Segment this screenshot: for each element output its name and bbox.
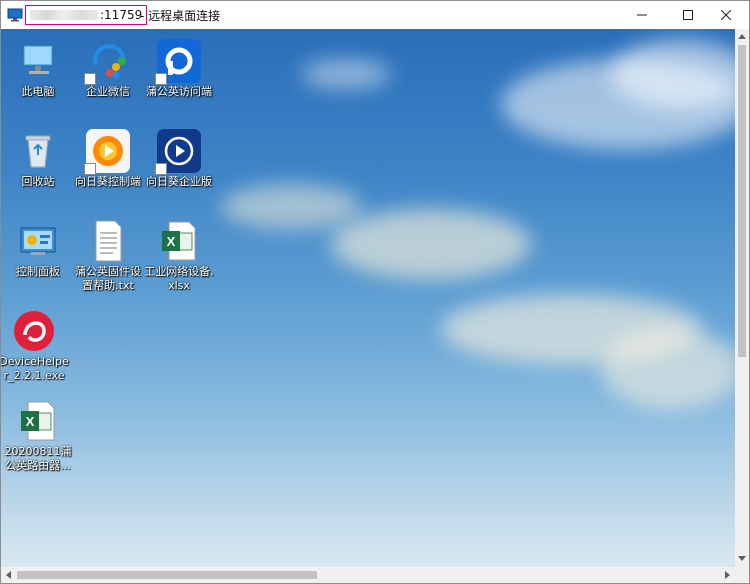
cloud [301,59,391,89]
svg-text:X: X [26,414,35,429]
icon-label: 向日葵企业版 [146,175,212,188]
shortcut-arrow-icon [155,163,167,175]
desktop-icon-devicehelper[interactable]: DeviceHelper_2.2.1.exe [1,309,69,383]
icon-label: 蒲公英固件设置帮助.txt [75,265,141,292]
desktop-icon-wecom[interactable]: 企业微信 [73,39,143,99]
minimize-button[interactable] [619,1,665,29]
window-title: - 远程桌面连接 [140,9,221,23]
excel-file-icon: X [157,219,201,263]
desktop-icon-this-pc[interactable]: 此电脑 [3,39,73,99]
desktop-icon-recycle-bin[interactable]: 回收站 [3,129,73,189]
minimize-icon [637,14,647,16]
excel-file-icon: X [16,399,60,443]
icon-label: 企业微信 [86,85,130,98]
wecom-icon [84,39,130,85]
scrollbar-corner [735,567,749,583]
sunlogin-enterprise-icon [155,129,201,175]
remote-desktop-app-icon [7,8,23,22]
horizontal-scrollbar[interactable] [1,567,735,583]
icon-label: 工业网络设备.xlsx [144,265,214,292]
icon-label: 20200811蒲公英路由器... [4,445,72,472]
vertical-scrollbar[interactable] [735,29,749,567]
icon-label: DeviceHelper_2.2.1.exe [1,355,69,382]
title-bar[interactable]: :11759 - 远程桌面连接 [1,1,749,29]
scroll-up-arrow-icon[interactable] [738,34,746,39]
icon-label: 回收站 [21,175,55,188]
scroll-left-arrow-icon[interactable] [6,571,11,579]
icon-label: 此电脑 [21,85,55,98]
sunlogin-control-icon [84,129,130,175]
cloud [221,184,361,229]
icon-label: 控制面板 [16,265,60,278]
horizontal-scroll-thumb[interactable] [17,571,317,579]
close-icon [721,10,731,20]
svg-text:X: X [167,234,176,249]
remote-desktop-area[interactable]: 此电脑 回收站 控制面板 DeviceHelper_2.2.1.exe X 20… [1,29,735,567]
control-panel-icon [16,219,60,263]
shortcut-arrow-icon [84,73,96,85]
icon-label: 向日葵控制端 [75,175,141,188]
redacted-host-name [30,10,98,20]
vertical-scroll-thumb[interactable] [738,45,746,357]
recycle-bin-icon [16,129,60,173]
computer-icon [16,39,60,83]
pgy-client-icon [155,39,201,85]
icon-label: 蒲公英访问端 [146,85,212,98]
cloud [331,209,531,279]
desktop-icon-firmware-help-txt[interactable]: 蒲公英固件设置帮助.txt [73,219,143,293]
desktop-icon-router-xlsx[interactable]: X 20200811蒲公英路由器... [3,399,73,473]
desktop-icon-control-panel[interactable]: 控制面板 [3,219,73,279]
host-port: :11759 [100,8,143,22]
maximize-icon [683,10,693,20]
text-file-icon [86,219,130,263]
cloud [601,329,735,409]
scroll-down-arrow-icon[interactable] [738,556,746,561]
desktop-icon-sunlogin-enterprise[interactable]: 向日葵企业版 [144,129,214,189]
shortcut-arrow-icon [155,73,167,85]
desktop-icon-sunlogin-control[interactable]: 向日葵控制端 [73,129,143,189]
scroll-right-arrow-icon[interactable] [725,571,730,579]
shortcut-arrow-icon [84,163,96,175]
desktop-icon-industrial-xlsx[interactable]: X 工业网络设备.xlsx [144,219,214,293]
desktop-icon-pgy-client[interactable]: 蒲公英访问端 [144,39,214,99]
devicehelper-icon [12,309,56,353]
host-address-field: :11759 [25,5,148,25]
close-button[interactable] [703,1,749,29]
remote-desktop-window: :11759 - 远程桌面连接 此电脑 回收站 控制面板 DeviceHelpe… [0,0,750,584]
